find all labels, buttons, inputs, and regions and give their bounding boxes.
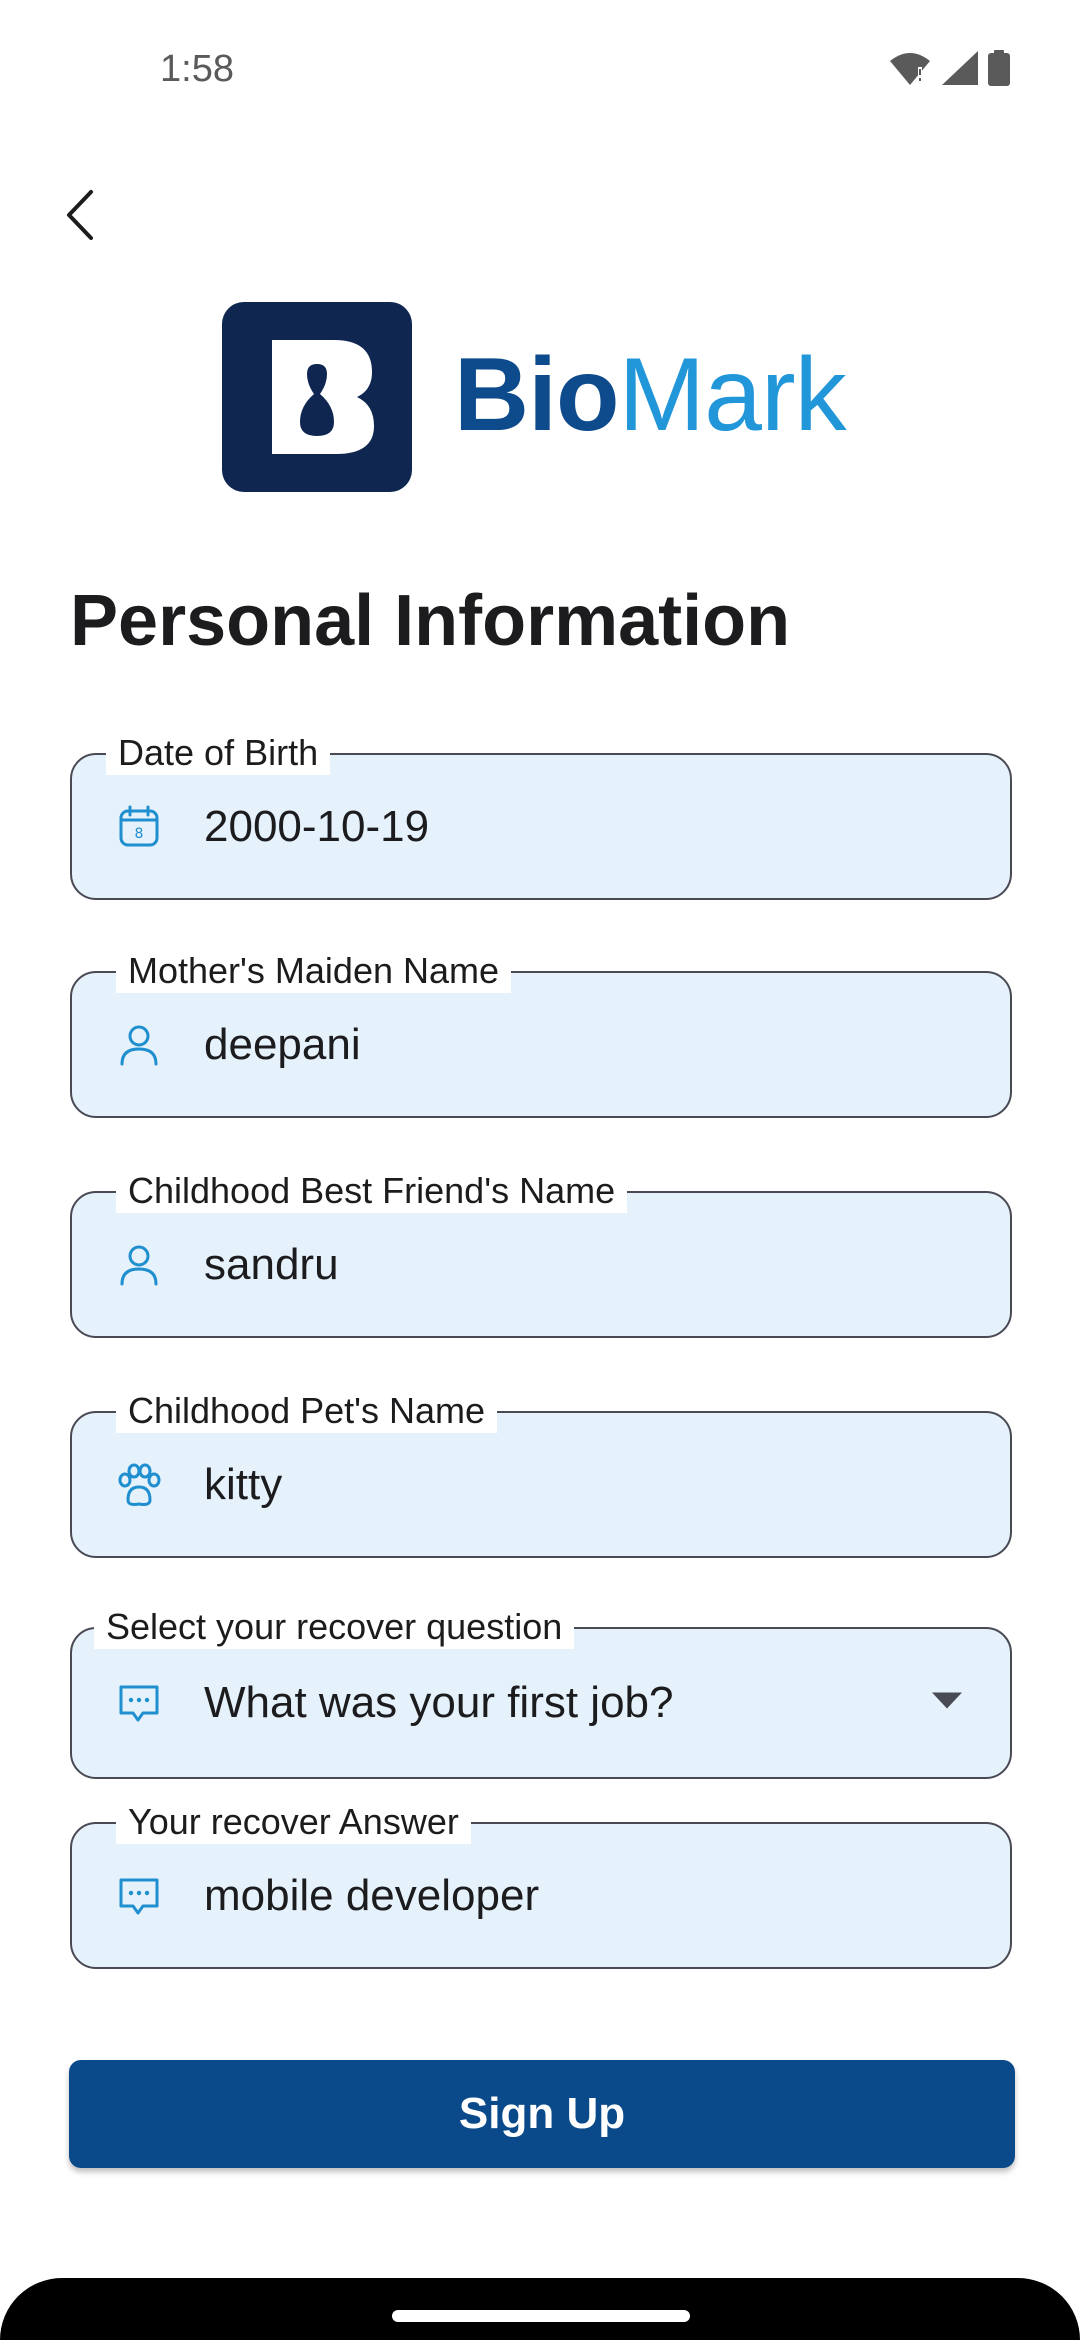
status-bar: 1:58 bbox=[0, 0, 1080, 140]
svg-text:8: 8 bbox=[135, 826, 144, 842]
status-icons bbox=[888, 50, 1010, 86]
brand-logo: BioMark bbox=[222, 302, 847, 492]
wifi-icon bbox=[888, 51, 932, 85]
pet-name-field[interactable]: Childhood Pet's Name kitty bbox=[70, 1389, 1012, 1558]
recover-answer-label: Your recover Answer bbox=[116, 1800, 471, 1844]
brand-name-light: Mark bbox=[618, 337, 847, 453]
recover-question-dropdown[interactable]: Select your recover question What was yo… bbox=[70, 1605, 1012, 1779]
home-indicator[interactable] bbox=[392, 2310, 690, 2322]
best-friend-name-field[interactable]: Childhood Best Friend's Name sandru bbox=[70, 1169, 1012, 1338]
page-title: Personal Information bbox=[70, 581, 791, 661]
mothers-maiden-name-label: Mother's Maiden Name bbox=[116, 949, 512, 993]
calendar-icon: 8 bbox=[114, 802, 164, 852]
chat-icon bbox=[114, 1678, 164, 1728]
pet-name-label: Childhood Pet's Name bbox=[116, 1389, 498, 1433]
back-button[interactable] bbox=[50, 180, 110, 250]
battery-icon bbox=[988, 50, 1010, 86]
pet-name-value: kitty bbox=[204, 1459, 283, 1509]
signal-icon bbox=[942, 51, 978, 85]
logo-mark-icon bbox=[222, 302, 412, 492]
chevron-left-icon bbox=[67, 190, 93, 240]
chat-icon bbox=[114, 1871, 164, 1921]
system-nav-bar bbox=[0, 2278, 1080, 2340]
person-icon bbox=[114, 1020, 164, 1070]
date-of-birth-field[interactable]: Date of Birth 8 2000-10-19 bbox=[70, 731, 1012, 900]
caret-down-icon[interactable] bbox=[932, 1692, 962, 1714]
best-friend-name-value: sandru bbox=[204, 1239, 339, 1289]
recover-answer-field[interactable]: Your recover Answer mobile developer bbox=[70, 1800, 1012, 1969]
best-friend-name-label: Childhood Best Friend's Name bbox=[116, 1169, 628, 1213]
mothers-maiden-name-value: deepani bbox=[204, 1019, 361, 1069]
recover-answer-value: mobile developer bbox=[204, 1870, 540, 1920]
mothers-maiden-name-field[interactable]: Mother's Maiden Name deepani bbox=[70, 949, 1012, 1118]
brand-wordmark: BioMark bbox=[454, 343, 847, 447]
recover-question-value: What was your first job? bbox=[204, 1678, 674, 1727]
sign-up-button[interactable]: Sign Up bbox=[69, 2060, 1015, 2168]
paw-icon bbox=[114, 1460, 164, 1510]
date-of-birth-value: 2000-10-19 bbox=[204, 801, 430, 851]
brand-name-bold: Bio bbox=[454, 337, 620, 453]
recover-question-label: Select your recover question bbox=[94, 1605, 575, 1649]
status-time: 1:58 bbox=[160, 48, 234, 90]
date-of-birth-label: Date of Birth bbox=[106, 731, 331, 775]
person-icon bbox=[114, 1240, 164, 1290]
